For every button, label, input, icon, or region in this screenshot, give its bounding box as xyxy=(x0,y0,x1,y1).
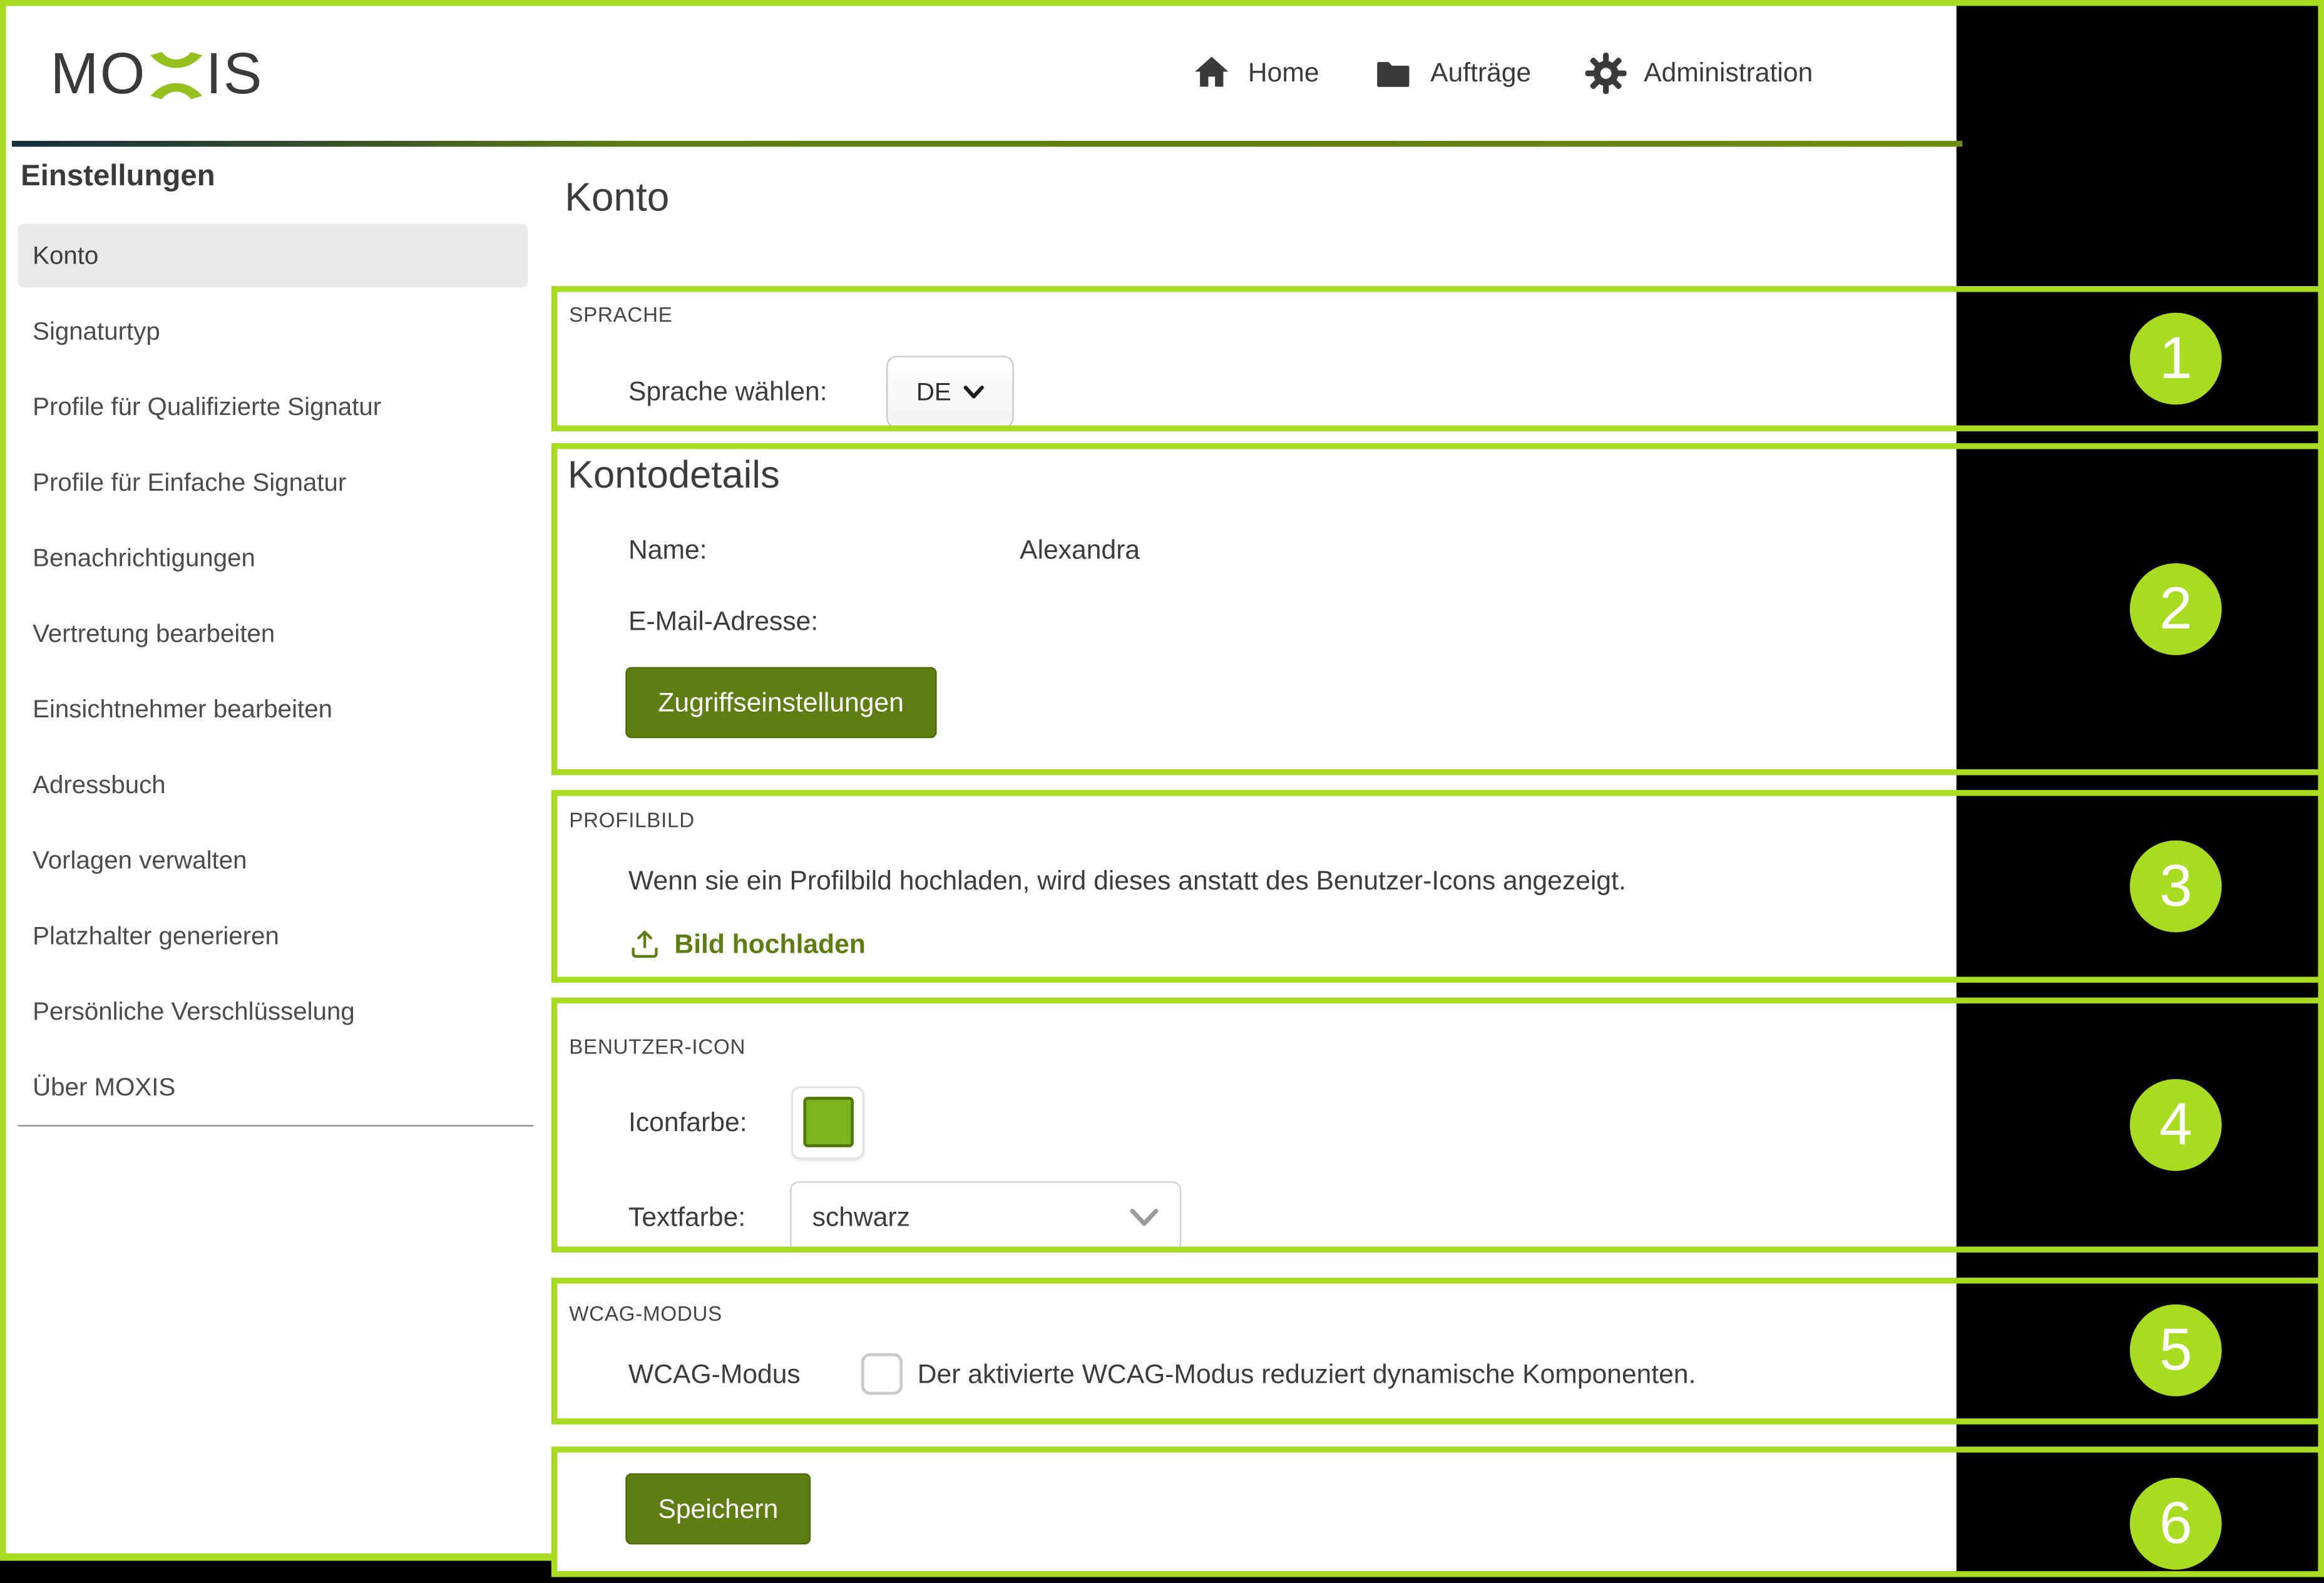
icon-color-picker[interactable] xyxy=(792,1086,864,1159)
language-dropdown[interactable]: DE xyxy=(886,356,1014,428)
nav-label: Aufträge xyxy=(1430,58,1531,89)
chevron-down-icon xyxy=(1129,1207,1159,1227)
textfarbe-row: Textfarbe: schwarz xyxy=(628,1183,1181,1251)
kontodetails-section-title: Kontodetails xyxy=(568,452,780,498)
wcag-section-label: WCAG-MODUS xyxy=(569,1301,722,1325)
moxis-app-window: MO IS Home Aufträge xyxy=(6,6,1956,1571)
page-title: Konto xyxy=(565,175,669,220)
wcag-checkbox[interactable] xyxy=(861,1353,903,1395)
folder-icon xyxy=(1373,54,1414,93)
email-label: E-Mail-Adresse: xyxy=(628,605,1020,637)
text-color-select[interactable]: schwarz xyxy=(790,1181,1181,1253)
wcag-field-label: WCAG-Modus xyxy=(628,1358,861,1390)
annotation-frame-right xyxy=(2318,0,2324,1577)
email-row: E-Mail-Adresse: xyxy=(628,599,1020,643)
sidebar-divider xyxy=(18,1125,533,1126)
header-divider xyxy=(12,141,1962,146)
sidebar-item-adressbuch[interactable]: Adressbuch xyxy=(18,747,528,822)
chevron-down-icon xyxy=(963,384,984,399)
sidebar-item-einsichtnehmer-bearbeiten[interactable]: Einsichtnehmer bearbeiten xyxy=(18,672,528,747)
sidebar-item-vertretung-bearbeiten[interactable]: Vertretung bearbeiten xyxy=(18,596,528,672)
annotation-marker-1: 1 xyxy=(2130,313,2222,405)
gear-icon xyxy=(1585,52,1628,95)
nav-item-administration[interactable]: Administration xyxy=(1585,52,1813,95)
sidebar-item-profile-einfache-signatur[interactable]: Profile für Einfache Signatur xyxy=(18,444,528,520)
annotation-frame-top xyxy=(0,0,2324,6)
top-navigation: Home Aufträge xyxy=(1192,6,1962,140)
profilbild-section-label: PROFILBILD xyxy=(569,808,695,832)
text-color-selected-value: schwarz xyxy=(812,1201,910,1232)
sprache-field-label: Sprache wählen: xyxy=(628,376,886,407)
name-value: Alexandra xyxy=(1020,535,1140,566)
name-label: Name: xyxy=(628,535,1020,566)
sidebar-item-signaturtyp[interactable]: Signaturtyp xyxy=(18,294,528,369)
textfarbe-label: Textfarbe: xyxy=(628,1201,790,1232)
icon-color-swatch xyxy=(802,1097,853,1147)
moxis-logo: MO IS xyxy=(51,39,264,113)
annotation-frame-left xyxy=(0,0,6,1560)
iconfarbe-label: Iconfarbe: xyxy=(628,1107,791,1138)
nav-item-auftraege[interactable]: Aufträge xyxy=(1373,54,1531,93)
logo-text-mo: MO xyxy=(51,43,147,108)
logo-x-icon xyxy=(148,46,204,105)
bottom-mask xyxy=(0,1560,551,1583)
home-icon xyxy=(1192,53,1232,93)
settings-menu: Konto Signaturtyp Profile für Qualifizie… xyxy=(18,218,528,1125)
wcag-description: Der aktivierte WCAG-Modus reduziert dyna… xyxy=(918,1358,1696,1390)
sidebar-item-benachrichtigungen[interactable]: Benachrichtigungen xyxy=(18,520,528,596)
upload-icon xyxy=(628,928,661,960)
sidebar-item-persoenliche-verschluesselung[interactable]: Persönliche Verschlüsselung xyxy=(18,974,528,1050)
name-row: Name: Alexandra xyxy=(628,528,1140,572)
annotated-screenshot: MO IS Home Aufträge xyxy=(0,0,2324,1583)
upload-link-label: Bild hochladen xyxy=(674,929,866,960)
nav-item-home[interactable]: Home xyxy=(1192,53,1319,93)
annotation-marker-5: 5 xyxy=(2130,1304,2222,1396)
benutzer-icon-section-label: BENUTZER-ICON xyxy=(569,1035,745,1058)
bild-hochladen-link[interactable]: Bild hochladen xyxy=(628,928,866,960)
sprache-section-label: SPRACHE xyxy=(569,302,672,326)
sidebar-title: Einstellungen xyxy=(21,160,215,194)
nav-label: Home xyxy=(1248,58,1319,89)
annotation-marker-2: 2 xyxy=(2130,563,2222,655)
sidebar-item-vorlagen-verwalten[interactable]: Vorlagen verwalten xyxy=(18,822,528,898)
zugriffseinstellungen-button[interactable]: Zugriffseinstellungen xyxy=(625,667,936,739)
annotation-marker-4: 4 xyxy=(2130,1079,2222,1171)
annotation-marker-6: 6 xyxy=(2130,1478,2222,1570)
iconfarbe-row: Iconfarbe: xyxy=(628,1087,864,1158)
speichern-button[interactable]: Speichern xyxy=(625,1473,811,1545)
sidebar-item-konto[interactable]: Konto xyxy=(18,224,528,288)
language-selected-value: DE xyxy=(916,377,951,407)
logo-text-is: IS xyxy=(206,43,264,108)
wcag-row: WCAG-Modus Der aktivierte WCAG-Modus red… xyxy=(628,1345,1696,1404)
nav-label: Administration xyxy=(1644,58,1813,89)
profilbild-description: Wenn sie ein Profilbild hochladen, wird … xyxy=(628,866,1903,897)
sidebar-item-profile-qualifizierte-signatur[interactable]: Profile für Qualifizierte Signatur xyxy=(18,369,528,445)
annotation-frame-bottom xyxy=(0,1554,557,1561)
sidebar-item-platzhalter-generieren[interactable]: Platzhalter generieren xyxy=(18,898,528,974)
sidebar-item-ueber-moxis[interactable]: Über MOXIS xyxy=(18,1050,528,1125)
sprache-row: Sprache wählen: DE xyxy=(628,357,1014,427)
annotation-marker-3: 3 xyxy=(2130,841,2222,933)
